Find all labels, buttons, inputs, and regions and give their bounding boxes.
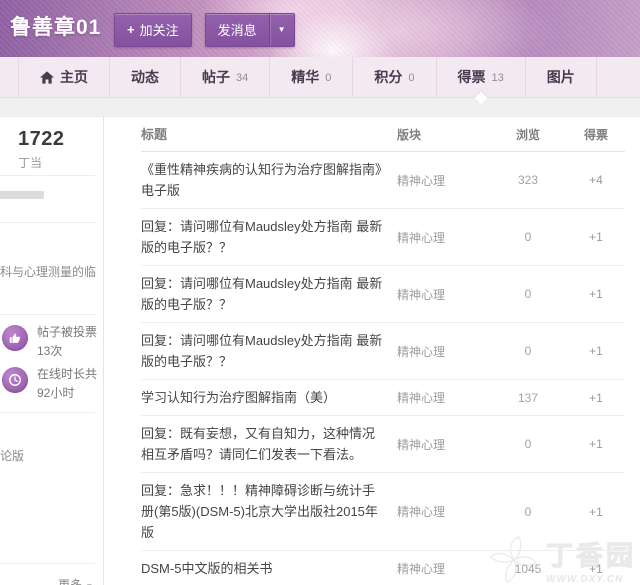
stat-posts-voted-line1: 帖子被投票 <box>37 325 98 339</box>
tab-home[interactable]: 主页 <box>18 57 109 97</box>
thumbs-up-icon <box>2 325 28 351</box>
table-header: 标题 版块 浏览 得票 <box>141 117 625 152</box>
table-row[interactable]: 回复：请问哪位有Maudsley处方指南 最新版的电子版？？ 精神心理 0 +1 <box>141 323 625 380</box>
post-board: 精神心理 <box>397 287 446 302</box>
col-title: 标题 <box>141 126 168 142</box>
tab-posts-label: 帖子 <box>202 69 230 85</box>
post-title-link[interactable]: DSM-5中文版的相关书 <box>141 558 397 579</box>
post-title-link[interactable]: 回复：急求！！！精神障碍诊断与统计手册(第5版)(DSM-5)北京大学出版社20… <box>141 480 397 543</box>
tab-points[interactable]: 积分 0 <box>352 57 435 97</box>
post-views: 0 <box>524 437 532 451</box>
send-message-label: 发消息 <box>217 23 257 38</box>
tab-votes-count: 13 <box>491 72 504 84</box>
col-views: 浏览 <box>515 127 540 142</box>
tab-pictures-label: 图片 <box>546 69 575 85</box>
post-title-link[interactable]: 《重性精神疾病的认知行为治疗图解指南》电子版 <box>141 159 397 201</box>
tab-essence-label: 精华 <box>291 69 320 85</box>
stat-posts-voted-line2: 13次 <box>37 344 63 358</box>
sidebar-more-link[interactable]: 更多 ▼ <box>58 576 93 585</box>
tab-posts-count: 34 <box>236 72 249 84</box>
post-votes: +1 <box>589 344 603 358</box>
tab-votes-label: 得票 <box>457 69 486 85</box>
profile-banner: 鲁善章01 + 加关注 发消息 ▼ <box>0 0 640 57</box>
post-title-link[interactable]: 学习认知行为治疗图解指南（美） <box>141 387 397 408</box>
post-views: 0 <box>524 287 532 301</box>
post-views: 0 <box>524 230 532 244</box>
follow-button-label: 加关注 <box>139 23 179 38</box>
post-title-link[interactable]: 回复：请问哪位有Maudsley处方指南 最新版的电子版？？ <box>141 273 397 315</box>
tab-points-count: 0 <box>408 72 415 84</box>
tab-essence-count: 0 <box>325 72 332 84</box>
tab-activity-label: 动态 <box>131 69 159 85</box>
score-value: 1722 <box>18 128 65 150</box>
tab-votes[interactable]: 得票 13 <box>435 57 525 97</box>
votes-table: 标题 版块 浏览 得票 《重性精神疾病的认知行为治疗图解指南》电子版 精神心理 … <box>104 117 640 585</box>
home-icon <box>40 70 54 84</box>
post-votes: +1 <box>589 287 603 301</box>
tab-home-label: 主页 <box>60 69 88 85</box>
tab-pictures[interactable]: 图片 <box>524 57 597 97</box>
post-views: 0 <box>524 344 532 358</box>
clipped-signature-text: 科与心理测量的临 <box>0 265 97 279</box>
post-votes: +1 <box>589 390 603 405</box>
post-votes: +1 <box>589 437 603 451</box>
tab-posts[interactable]: 帖子 34 <box>180 57 269 97</box>
post-board: 精神心理 <box>397 437 446 452</box>
clipped-board-text: 论版 <box>0 449 25 463</box>
send-message-button-group: 发消息 ▼ <box>204 13 295 47</box>
sidebar-divider <box>0 412 95 413</box>
col-board: 版块 <box>397 127 422 142</box>
follow-button[interactable]: + 加关注 <box>114 13 192 47</box>
post-votes: +4 <box>589 173 603 187</box>
plus-icon: + <box>127 22 135 37</box>
profile-sidebar: 1722 丁当 科与心理测量的临 帖子被投票 13次 在线时长共 92小时 论版… <box>0 117 104 585</box>
table-row[interactable]: DSM-5中文版的相关书 精神心理 1045 +1 <box>141 551 625 585</box>
table-row[interactable]: 学习认知行为治疗图解指南（美） 精神心理 137 +1 <box>141 380 625 416</box>
clock-icon <box>2 367 28 393</box>
post-views: 323 <box>517 173 539 187</box>
table-row[interactable]: 《重性精神疾病的认知行为治疗图解指南》电子版 精神心理 323 +4 <box>141 152 625 209</box>
sidebar-divider <box>0 563 95 564</box>
post-board: 精神心理 <box>397 562 446 576</box>
post-votes: +1 <box>589 504 603 519</box>
nav-shadow-strip <box>0 97 640 117</box>
stat-online-hours-line2: 92小时 <box>37 386 75 400</box>
dingdang-score: 1722 丁当 <box>18 128 65 171</box>
score-label: 丁当 <box>18 156 43 170</box>
profile-nav: 主页 动态 帖子 34 精华 0 积分 0 得票 13 图片 <box>0 57 640 97</box>
table-row[interactable]: 回复：请问哪位有Maudsley处方指南 最新版的电子版？？ 精神心理 0 +1 <box>141 209 625 266</box>
post-views: 137 <box>517 390 539 405</box>
stat-online-hours: 在线时长共 92小时 <box>2 365 97 403</box>
post-views: 0 <box>524 504 532 519</box>
chevron-down-icon: ▼ <box>277 25 286 34</box>
post-board: 精神心理 <box>397 230 446 245</box>
stat-online-hours-line1: 在线时长共 <box>37 367 98 381</box>
stat-posts-voted: 帖子被投票 13次 <box>2 323 97 361</box>
post-votes: +1 <box>589 561 603 576</box>
send-message-button[interactable]: 发消息 <box>206 14 269 46</box>
table-row[interactable]: 回复：急求！！！精神障碍诊断与统计手册(第5版)(DSM-5)北京大学出版社20… <box>141 473 625 551</box>
post-board: 精神心理 <box>397 391 446 405</box>
message-dropdown-button[interactable]: ▼ <box>268 14 294 46</box>
more-label: 更多 <box>58 578 83 585</box>
table-row[interactable]: 回复：既有妄想，又有自知力，这种情况相互矛盾吗？请同仁们发表一下看法。 精神心理… <box>141 416 625 473</box>
tab-points-label: 积分 <box>374 69 403 85</box>
sidebar-divider <box>0 175 95 176</box>
post-title-link[interactable]: 回复：既有妄想，又有自知力，这种情况相互矛盾吗？请同仁们发表一下看法。 <box>141 423 397 465</box>
post-title-link[interactable]: 回复：请问哪位有Maudsley处方指南 最新版的电子版？？ <box>141 216 397 258</box>
post-votes: +1 <box>589 230 603 244</box>
tab-activity[interactable]: 动态 <box>109 57 180 97</box>
post-title-link[interactable]: 回复：请问哪位有Maudsley处方指南 最新版的电子版？？ <box>141 330 397 372</box>
post-views: 1045 <box>514 561 542 576</box>
col-votes: 得票 <box>583 127 608 142</box>
sidebar-divider <box>0 222 95 223</box>
post-board: 精神心理 <box>397 344 446 359</box>
post-board: 精神心理 <box>397 505 446 519</box>
sidebar-divider <box>0 314 95 315</box>
level-progress-bar <box>0 191 44 199</box>
profile-username: 鲁善章01 <box>10 16 102 39</box>
post-board: 精神心理 <box>397 173 446 188</box>
tab-essence[interactable]: 精华 0 <box>269 57 352 97</box>
table-row[interactable]: 回复：请问哪位有Maudsley处方指南 最新版的电子版？？ 精神心理 0 +1 <box>141 266 625 323</box>
